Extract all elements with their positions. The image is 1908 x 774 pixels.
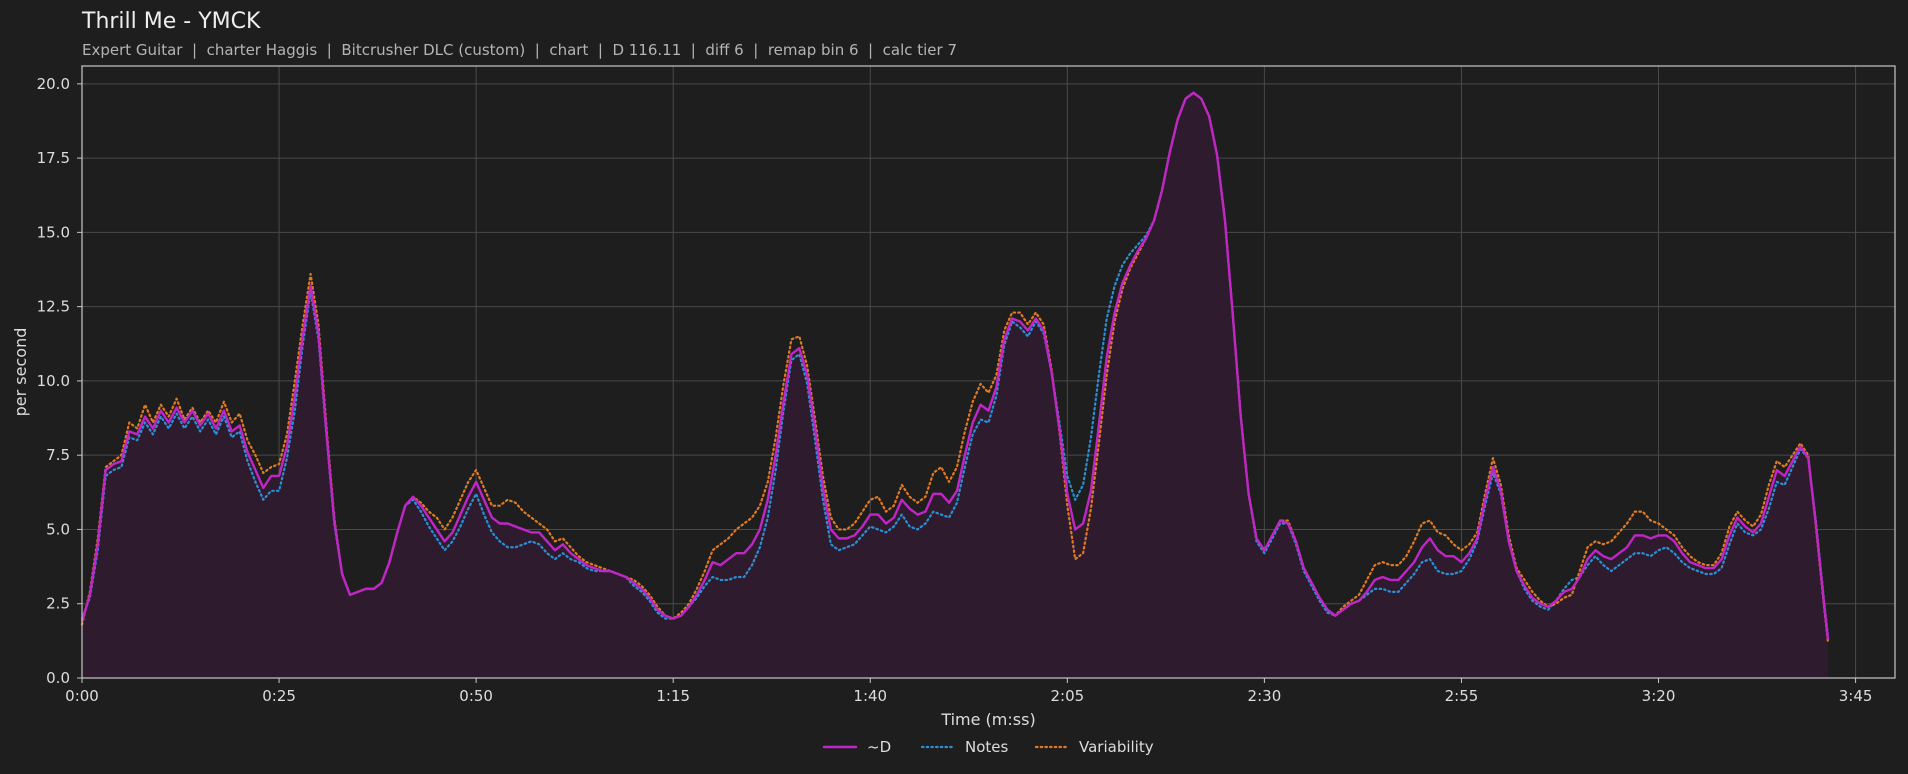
legend-label: Notes [965,738,1009,756]
x-tick-label: 3:20 [1642,687,1676,705]
x-tick-label: 0:50 [459,687,493,705]
x-tick-label: 0:25 [262,687,296,705]
x-tick-label: 1:15 [656,687,690,705]
chart: Thrill Me - YMCK Expert Guitar | charter… [11,9,1896,756]
y-tick-label: 2.5 [46,595,70,613]
x-tick-label: 3:45 [1839,687,1873,705]
y-tick-label: 10.0 [37,372,70,390]
legend: ~D Notes Variability [822,738,1154,756]
y-tick-label: 0.0 [46,669,70,687]
x-tick-label: 2:30 [1248,687,1282,705]
y-tick-label: 15.0 [37,223,70,241]
y-tick-label: 20.0 [37,75,70,93]
legend-label: ~D [867,738,891,756]
x-tick-label: 2:05 [1050,687,1084,705]
y-tick-label: 12.5 [37,298,70,316]
chart-title: Thrill Me - YMCK [81,9,261,34]
x-tick-label: 2:55 [1445,687,1479,705]
y-tick-label: 5.0 [46,520,70,538]
x-axis-label: Time (m:ss) [940,710,1035,729]
legend-label: Variability [1079,738,1154,756]
y-tick-label: 17.5 [37,149,70,167]
x-tick-label: 0:00 [65,687,99,705]
x-tick-label: 1:40 [853,687,887,705]
chart-subtitle: Expert Guitar | charter Haggis | Bitcrus… [82,41,957,59]
y-tick-label: 7.5 [46,446,70,464]
y-axis-label: per second [11,328,30,417]
plot-area [80,91,1830,679]
